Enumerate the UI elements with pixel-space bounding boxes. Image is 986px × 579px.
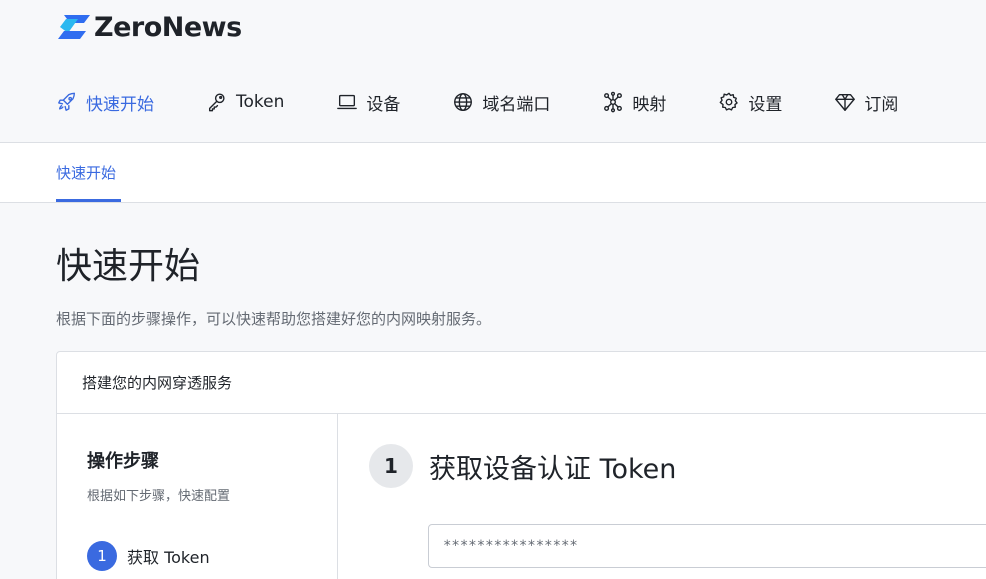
page-description: 根据下面的步骤操作，可以快速帮助您搭建好您的内网映射服务。 — [56, 310, 492, 328]
steps-title: 操作步骤 — [87, 451, 159, 472]
brand-logo[interactable]: ZeroNews — [56, 11, 242, 43]
nav-label: 订阅 — [864, 94, 899, 115]
network-icon — [604, 91, 623, 113]
rocket-icon — [58, 92, 76, 111]
top-header: ZeroNews 快速开始 Token 设备 域名端口 映射 设置 订阅 — [0, 0, 986, 143]
main-step-header: 1 获取设备认证 Token — [369, 444, 676, 488]
nav-item-subscription[interactable]: 订阅 — [834, 88, 898, 116]
nav-label: 设备 — [366, 94, 401, 115]
step-label: 获取 Token — [127, 548, 210, 567]
brand-name: ZeroNews — [94, 11, 242, 43]
nav-item-mapping[interactable]: 映射 — [602, 88, 666, 116]
nav-label: 快速开始 — [86, 94, 154, 115]
nav-item-devices[interactable]: 设备 — [336, 88, 400, 116]
nav-item-settings[interactable]: 设置 — [718, 88, 782, 116]
steps-subtitle: 根据如下步骤，快速配置 — [87, 489, 231, 504]
zeronews-logo-icon — [58, 15, 90, 39]
steps-panel: 操作步骤 根据如下步骤，快速配置 1 获取 Token — [57, 414, 338, 579]
globe-icon — [454, 93, 473, 111]
nav-item-token[interactable]: Token — [206, 88, 284, 116]
step-item-get-token[interactable]: 1 获取 Token — [87, 541, 210, 571]
nav-item-quick-start[interactable]: 快速开始 — [56, 88, 154, 116]
setup-card: 搭建您的内网穿透服务 操作步骤 根据如下步骤，快速配置 1 获取 Token 1… — [56, 351, 986, 579]
gear-icon — [719, 92, 739, 111]
tab-quick-start[interactable]: 快速开始 — [56, 143, 116, 203]
nav-label: 映射 — [632, 94, 667, 115]
nav-label: 设置 — [748, 94, 783, 115]
main-nav: 快速开始 Token 设备 域名端口 映射 设置 订阅 — [56, 88, 950, 116]
nav-label: Token — [236, 92, 285, 112]
nav-item-domain-ports[interactable]: 域名端口 — [452, 88, 550, 116]
diamond-icon — [835, 93, 856, 111]
main-step-title: 获取设备认证 Token — [429, 453, 677, 485]
key-icon — [208, 93, 225, 112]
card-title: 搭建您的内网穿透服务 — [82, 374, 233, 392]
token-field[interactable] — [428, 524, 986, 568]
active-tab-indicator — [56, 199, 121, 202]
sub-tabs: 快速开始 — [0, 143, 986, 203]
card-header: 搭建您的内网穿透服务 — [57, 352, 986, 414]
page-title: 快速开始 — [56, 246, 201, 287]
laptop-icon — [337, 94, 358, 110]
nav-label: 域名端口 — [482, 94, 551, 115]
step-number-badge: 1 — [87, 541, 117, 571]
main-step-number: 1 — [369, 444, 413, 488]
